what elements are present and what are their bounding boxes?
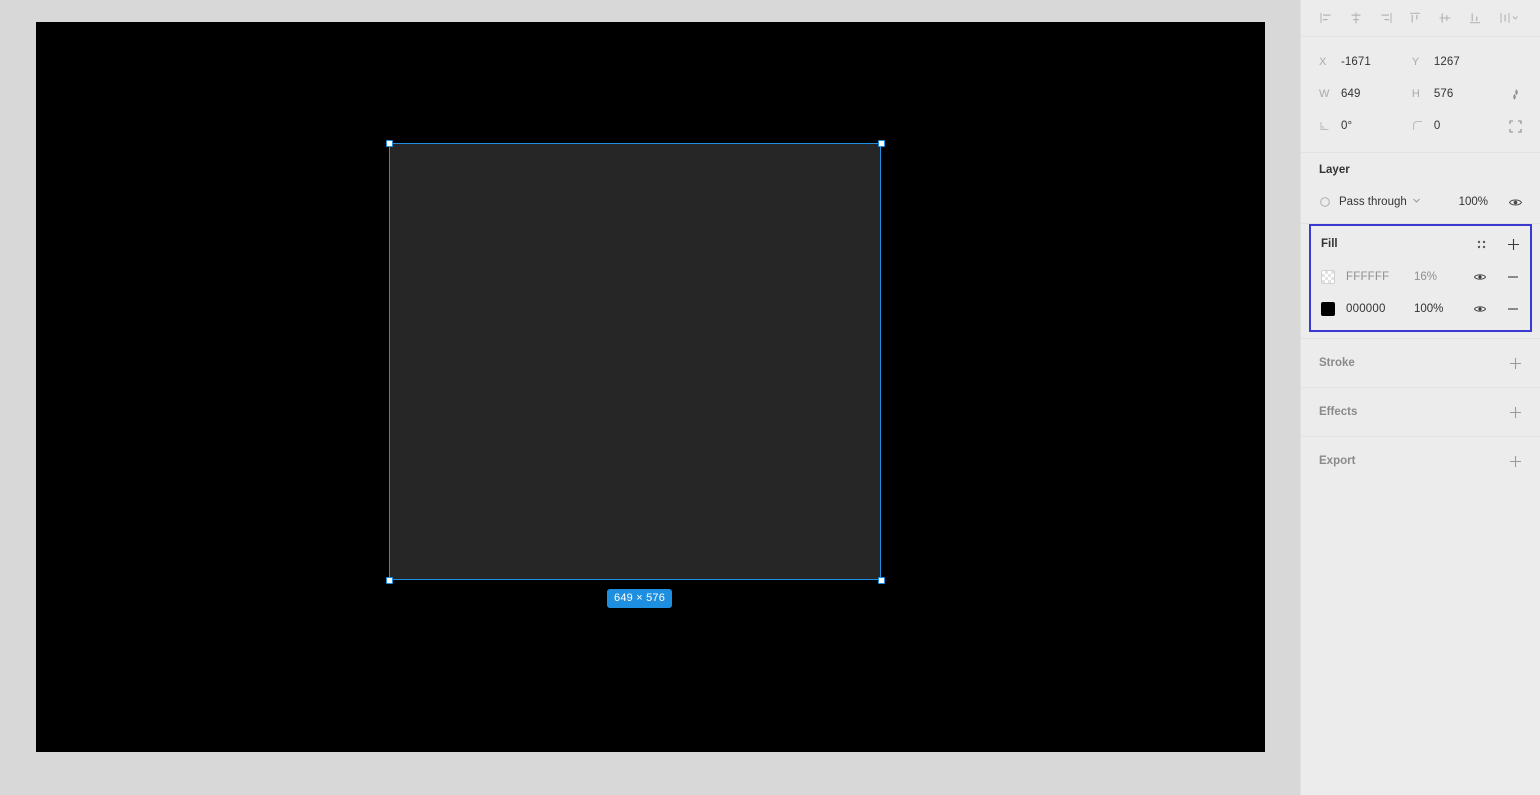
x-value: -1671 xyxy=(1341,56,1371,68)
layer-title: Layer xyxy=(1319,164,1350,176)
w-label: W xyxy=(1319,88,1330,100)
stroke-section-header: Stroke xyxy=(1301,339,1540,387)
fill-opacity-value[interactable]: 16% xyxy=(1414,271,1462,283)
fill-opacity-value[interactable]: 100% xyxy=(1414,303,1462,315)
width-field[interactable]: W 649 xyxy=(1319,81,1412,107)
design-canvas[interactable]: 649 × 576 xyxy=(36,22,1265,752)
fill-swatch-solid-black[interactable] xyxy=(1321,302,1335,316)
fill-remove-minus-icon[interactable] xyxy=(1502,266,1524,288)
resize-handle-top-left[interactable] xyxy=(386,140,393,147)
style-grid-icon[interactable] xyxy=(1470,233,1492,255)
selected-rectangle-shape[interactable] xyxy=(389,143,881,580)
fill-remove-minus-icon[interactable] xyxy=(1502,298,1524,320)
size-row: W 649 H 576 xyxy=(1301,78,1540,110)
fill-title: Fill xyxy=(1321,238,1338,250)
stroke-section: Stroke xyxy=(1301,339,1540,387)
figma-design-editor: 649 × 576 X -1671 Y 1267 W 649 H 576 0° … xyxy=(0,0,1540,795)
resize-handle-bottom-right[interactable] xyxy=(878,577,885,584)
rotation-corner-row: 0° 0 xyxy=(1301,110,1540,142)
rotation-value: 0° xyxy=(1341,120,1353,132)
blend-mode-label: Pass through xyxy=(1339,196,1407,208)
align-horizontal-center-icon[interactable] xyxy=(1345,7,1367,29)
x-label: X xyxy=(1319,56,1327,68)
link-ratio-icon[interactable] xyxy=(1505,83,1526,105)
fill-visibility-eye-icon[interactable] xyxy=(1469,298,1491,320)
effects-title: Effects xyxy=(1319,406,1358,418)
geometry-section: X -1671 Y 1267 W 649 H 576 0° 0 xyxy=(1301,37,1540,152)
y-value: 1267 xyxy=(1433,56,1460,68)
resize-handle-bottom-left[interactable] xyxy=(386,577,393,584)
layer-opacity-value[interactable]: 100% xyxy=(1459,196,1488,208)
corner-radius-value: 0 xyxy=(1433,120,1441,132)
fill-row-2[interactable]: 000000 100% xyxy=(1311,293,1530,325)
layer-visibility-eye-icon[interactable] xyxy=(1504,191,1526,213)
export-section-header: Export xyxy=(1301,437,1540,485)
add-effect-plus-icon[interactable] xyxy=(1504,401,1526,423)
blend-mode-dropdown[interactable]: Pass through xyxy=(1339,196,1421,208)
add-export-plus-icon[interactable] xyxy=(1504,450,1526,472)
height-field[interactable]: H 576 xyxy=(1412,81,1505,107)
blend-mode-icon xyxy=(1319,196,1339,208)
align-vertical-center-icon[interactable] xyxy=(1434,7,1456,29)
corner-radius-icon xyxy=(1412,120,1434,132)
position-row: X -1671 Y 1267 xyxy=(1301,46,1540,78)
properties-panel: X -1671 Y 1267 W 649 H 576 0° 0 Layer Pa… xyxy=(1300,0,1540,795)
layer-section: Layer Pass through 100% xyxy=(1301,153,1540,217)
alignment-toolbar xyxy=(1301,0,1540,36)
distribute-menu-icon[interactable] xyxy=(1494,7,1524,29)
resize-handle-top-right[interactable] xyxy=(878,140,885,147)
add-stroke-plus-icon[interactable] xyxy=(1504,352,1526,374)
add-fill-plus-icon[interactable] xyxy=(1502,233,1524,255)
h-label: H xyxy=(1411,88,1420,100)
align-left-icon[interactable] xyxy=(1315,7,1337,29)
fill-section-header: Fill xyxy=(1311,227,1530,261)
layer-blend-row: Pass through 100% xyxy=(1301,187,1540,217)
fill-section: Fill FFFFFF 16% 000000 100% xyxy=(1309,224,1532,332)
position-spacer xyxy=(1505,51,1526,73)
fill-visibility-eye-icon[interactable] xyxy=(1469,266,1491,288)
align-top-icon[interactable] xyxy=(1404,7,1426,29)
angle-icon xyxy=(1319,120,1341,132)
effects-section: Effects xyxy=(1301,388,1540,436)
independent-corners-icon[interactable] xyxy=(1505,115,1526,137)
export-title: Export xyxy=(1319,455,1356,467)
fill-swatch-checkerboard[interactable] xyxy=(1321,270,1335,284)
y-field[interactable]: Y 1267 xyxy=(1412,49,1505,75)
effects-section-header: Effects xyxy=(1301,388,1540,436)
stroke-title: Stroke xyxy=(1319,357,1355,369)
align-bottom-icon[interactable] xyxy=(1464,7,1486,29)
fill-hex-value[interactable]: FFFFFF xyxy=(1346,271,1414,283)
x-field[interactable]: X -1671 xyxy=(1319,49,1412,75)
w-value: 649 xyxy=(1341,88,1361,100)
fill-row-1[interactable]: FFFFFF 16% xyxy=(1311,261,1530,293)
fill-hex-value[interactable]: 000000 xyxy=(1346,303,1414,315)
layer-section-header: Layer xyxy=(1301,153,1540,187)
chevron-down-icon xyxy=(1412,196,1421,208)
export-section: Export xyxy=(1301,437,1540,485)
h-value: 576 xyxy=(1433,88,1454,100)
selection-dimension-badge: 649 × 576 xyxy=(607,589,673,608)
align-right-icon[interactable] xyxy=(1375,7,1397,29)
corner-radius-field[interactable]: 0 xyxy=(1412,113,1505,139)
y-label: Y xyxy=(1411,56,1420,68)
rotation-field[interactable]: 0° xyxy=(1319,113,1412,139)
